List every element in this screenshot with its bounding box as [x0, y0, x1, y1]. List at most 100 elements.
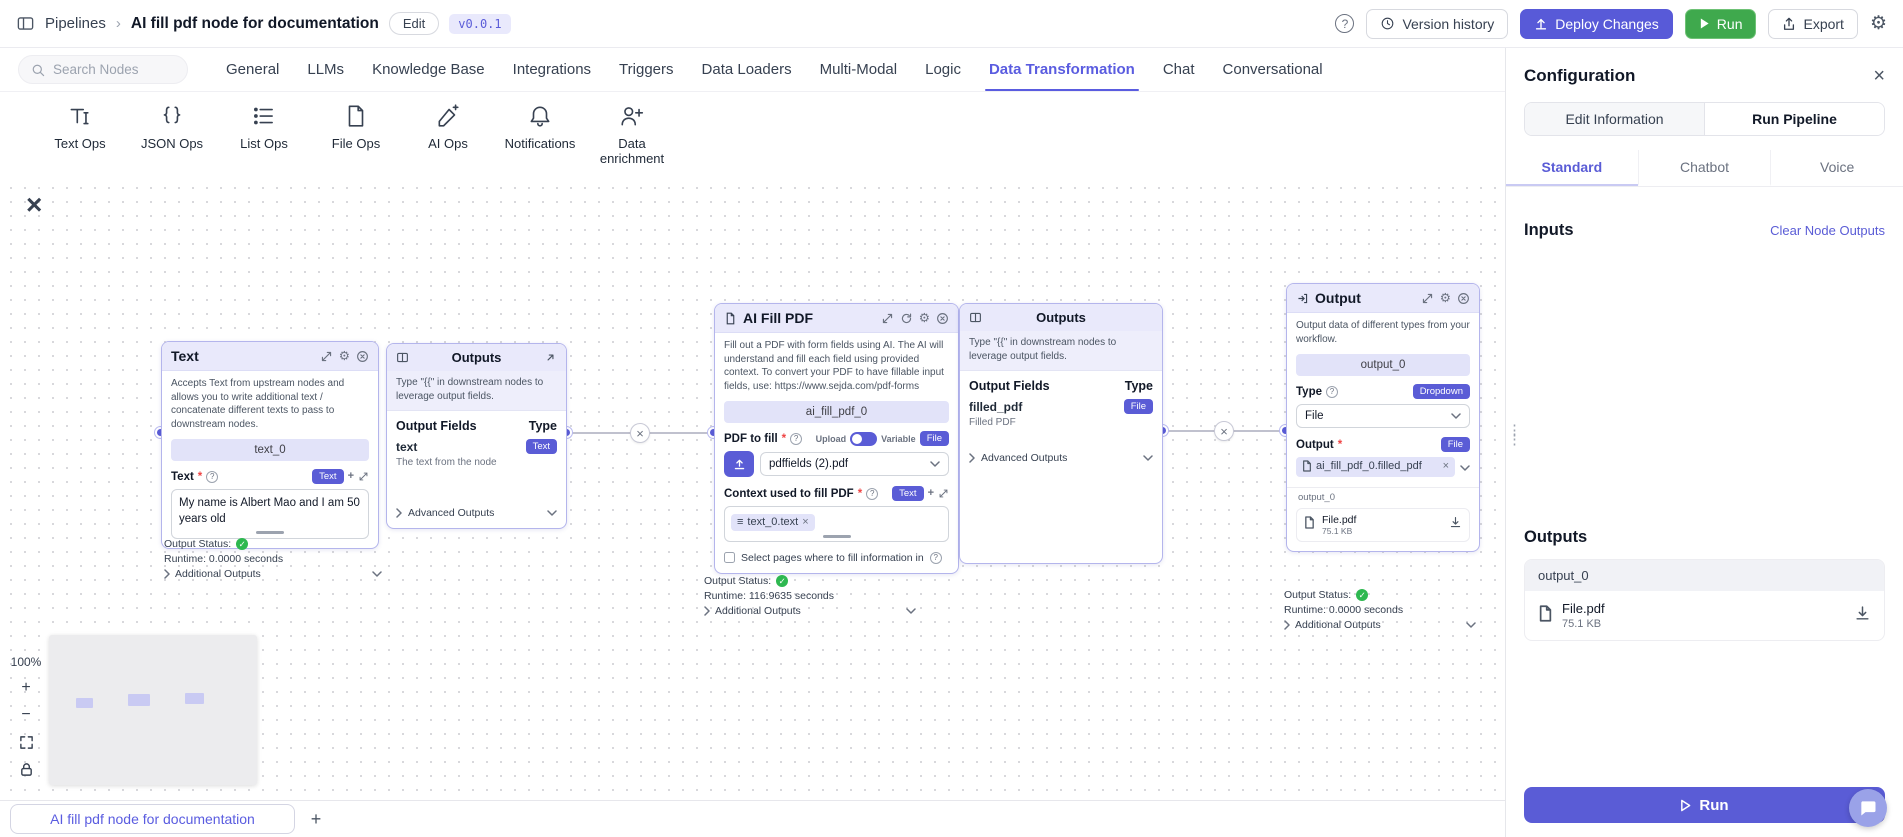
deploy-changes-button[interactable]: Deploy Changes — [1520, 8, 1673, 39]
mode-chatbot[interactable]: Chatbot — [1637, 150, 1771, 186]
advanced-outputs-row[interactable]: Advanced Outputs — [387, 500, 566, 528]
download-icon[interactable] — [1449, 516, 1462, 534]
lock-button[interactable] — [15, 758, 37, 780]
tab-edit-information[interactable]: Edit Information — [1525, 103, 1705, 135]
node-settings-icon[interactable]: ⚙ — [1440, 292, 1451, 305]
upload-variable-toggle[interactable] — [850, 431, 878, 446]
output-node-header[interactable]: Output ⚙ — [1287, 284, 1479, 313]
help-icon[interactable]: ? — [206, 470, 219, 483]
remove-icon[interactable]: × — [802, 516, 808, 528]
select-pages-checkbox[interactable] — [724, 552, 735, 563]
additional-outputs-row[interactable]: Additional Outputs — [1284, 619, 1476, 631]
field-id-bar[interactable]: ai_fill_pdf_0 — [724, 401, 949, 423]
tab-logic[interactable]: Logic — [911, 48, 975, 91]
tab-chat[interactable]: Chat — [1149, 48, 1209, 91]
output-type-select[interactable]: File — [1296, 404, 1470, 428]
tab-multi-modal[interactable]: Multi-Modal — [806, 48, 912, 91]
tab-data-loaders[interactable]: Data Loaders — [688, 48, 806, 91]
zoom-in-button[interactable]: + — [15, 677, 37, 699]
run-button-top[interactable]: Run — [1684, 8, 1757, 39]
field-id-bar[interactable]: output_0 — [1296, 354, 1470, 376]
mode-standard[interactable]: Standard — [1506, 150, 1638, 186]
palette-item-data-enrichment[interactable]: Data enrichment — [586, 102, 678, 167]
tab-run-pipeline[interactable]: Run Pipeline — [1705, 103, 1884, 135]
close-circle-icon[interactable] — [1457, 292, 1470, 305]
text-node[interactable]: Text ⚙ Accepts Text from upstream nodes … — [161, 341, 379, 550]
tab-llms[interactable]: LLMs — [293, 48, 358, 91]
help-icon[interactable]: ? — [1335, 14, 1355, 33]
output-field-row[interactable]: text Text — [387, 437, 566, 456]
tab-data-transformation[interactable]: Data Transformation — [975, 48, 1149, 91]
output-field-row[interactable]: filled_pdf File — [960, 397, 1162, 416]
close-circle-icon[interactable] — [356, 350, 369, 363]
help-icon[interactable]: ? — [790, 432, 803, 445]
refresh-icon[interactable] — [900, 312, 913, 325]
output-node[interactable]: Output ⚙ Output data of different types … — [1286, 283, 1480, 552]
ai-fill-pdf-header[interactable]: AI Fill PDF ⚙ — [715, 304, 958, 333]
sidebar-toggle-button[interactable] — [16, 14, 35, 33]
help-icon[interactable]: ? — [866, 487, 879, 500]
close-icon[interactable]: × — [26, 191, 42, 219]
run-pipeline-button[interactable]: Run — [1524, 787, 1885, 823]
palette-item-json-ops[interactable]: JSON Ops — [126, 102, 218, 152]
pdf-file-select[interactable]: pdffields (2).pdf — [760, 452, 949, 476]
disconnect-edge-button[interactable]: × — [630, 423, 650, 443]
tab-knowledge-base[interactable]: Knowledge Base — [358, 48, 499, 91]
add-variable-icon[interactable]: + — [928, 488, 934, 499]
field-id-bar[interactable]: text_0 — [171, 439, 369, 461]
version-history-button[interactable]: Version history — [1366, 8, 1509, 39]
tab-conversational[interactable]: Conversational — [1209, 48, 1337, 91]
export-button[interactable]: Export — [1768, 8, 1858, 39]
edit-button[interactable]: Edit — [388, 12, 440, 35]
additional-outputs-row[interactable]: Additional Outputs — [704, 605, 916, 617]
resize-handle[interactable] — [822, 534, 851, 538]
output-group-header[interactable]: output_0 — [1525, 560, 1884, 591]
node-settings-icon[interactable]: ⚙ — [919, 312, 930, 325]
close-icon[interactable]: × — [1873, 66, 1885, 86]
minimap[interactable] — [49, 635, 257, 785]
mode-voice[interactable]: Voice — [1770, 150, 1903, 186]
tab-general[interactable]: General — [212, 48, 293, 91]
pipeline-tab[interactable]: AI fill pdf node for documentation — [10, 804, 295, 834]
tab-triggers[interactable]: Triggers — [605, 48, 687, 91]
additional-outputs-row[interactable]: Additional Outputs — [164, 568, 382, 580]
add-variable-icon[interactable]: + — [348, 471, 354, 482]
ai-outputs-panel[interactable]: Outputs Type "{{" in downstream nodes to… — [959, 303, 1163, 564]
ai-fill-pdf-node[interactable]: AI Fill PDF ⚙ Fill out a PDF with form f… — [714, 303, 959, 574]
zoom-out-button[interactable]: − — [15, 704, 37, 726]
text-input-area[interactable]: My name is Albert Mao and I am 50 years … — [171, 489, 369, 540]
resize-handle[interactable] — [256, 531, 284, 535]
advanced-outputs-row[interactable]: Advanced Outputs — [960, 445, 1162, 473]
expand-icon[interactable] — [881, 312, 894, 325]
tab-integrations[interactable]: Integrations — [499, 48, 605, 91]
panel-resize-handle[interactable]: ⋮ ⋮ — [1507, 423, 1522, 447]
expand-icon[interactable] — [320, 350, 333, 363]
palette-item-file-ops[interactable]: File Ops — [310, 102, 402, 152]
fit-view-button[interactable] — [15, 731, 37, 753]
search-nodes-box[interactable] — [18, 55, 188, 84]
search-input[interactable] — [53, 62, 169, 77]
open-external-icon[interactable] — [544, 351, 557, 364]
add-tab-button[interactable]: + — [303, 806, 329, 832]
text-node-header[interactable]: Text ⚙ — [162, 342, 378, 371]
info-icon[interactable]: ? — [929, 551, 942, 564]
output-section-label[interactable]: output_0 — [1287, 492, 1479, 505]
variable-chip[interactable]: ai_fill_pdf_0.filled_pdf × — [1296, 457, 1455, 477]
remove-icon[interactable]: × — [1443, 460, 1449, 472]
download-icon[interactable] — [1854, 605, 1871, 627]
palette-item-text-ops[interactable]: Text Ops — [34, 102, 126, 152]
context-token-box[interactable]: ≡ text_0.text × — [724, 506, 949, 542]
node-settings-icon[interactable]: ⚙ — [339, 350, 350, 363]
breadcrumb-root[interactable]: Pipelines — [45, 15, 106, 32]
output-file-row[interactable]: File.pdf 75.1 KB — [1296, 508, 1470, 542]
upload-file-button[interactable] — [724, 451, 754, 477]
text-outputs-panel[interactable]: Outputs Type "{{" in downstream nodes to… — [386, 343, 567, 529]
version-badge[interactable]: v0.0.1 — [449, 13, 511, 34]
disconnect-edge-button[interactable]: × — [1214, 421, 1234, 441]
pipeline-canvas[interactable]: × × × Text ⚙ Accepts Text from upstream … — [0, 177, 1505, 800]
chat-widget-button[interactable] — [1849, 789, 1887, 827]
settings-gear-icon[interactable]: ⚙ — [1870, 12, 1887, 35]
expand-field-icon[interactable] — [938, 488, 949, 499]
output-file-row[interactable]: File.pdf 75.1 KB — [1525, 591, 1884, 640]
clear-node-outputs-link[interactable]: Clear Node Outputs — [1770, 223, 1885, 238]
